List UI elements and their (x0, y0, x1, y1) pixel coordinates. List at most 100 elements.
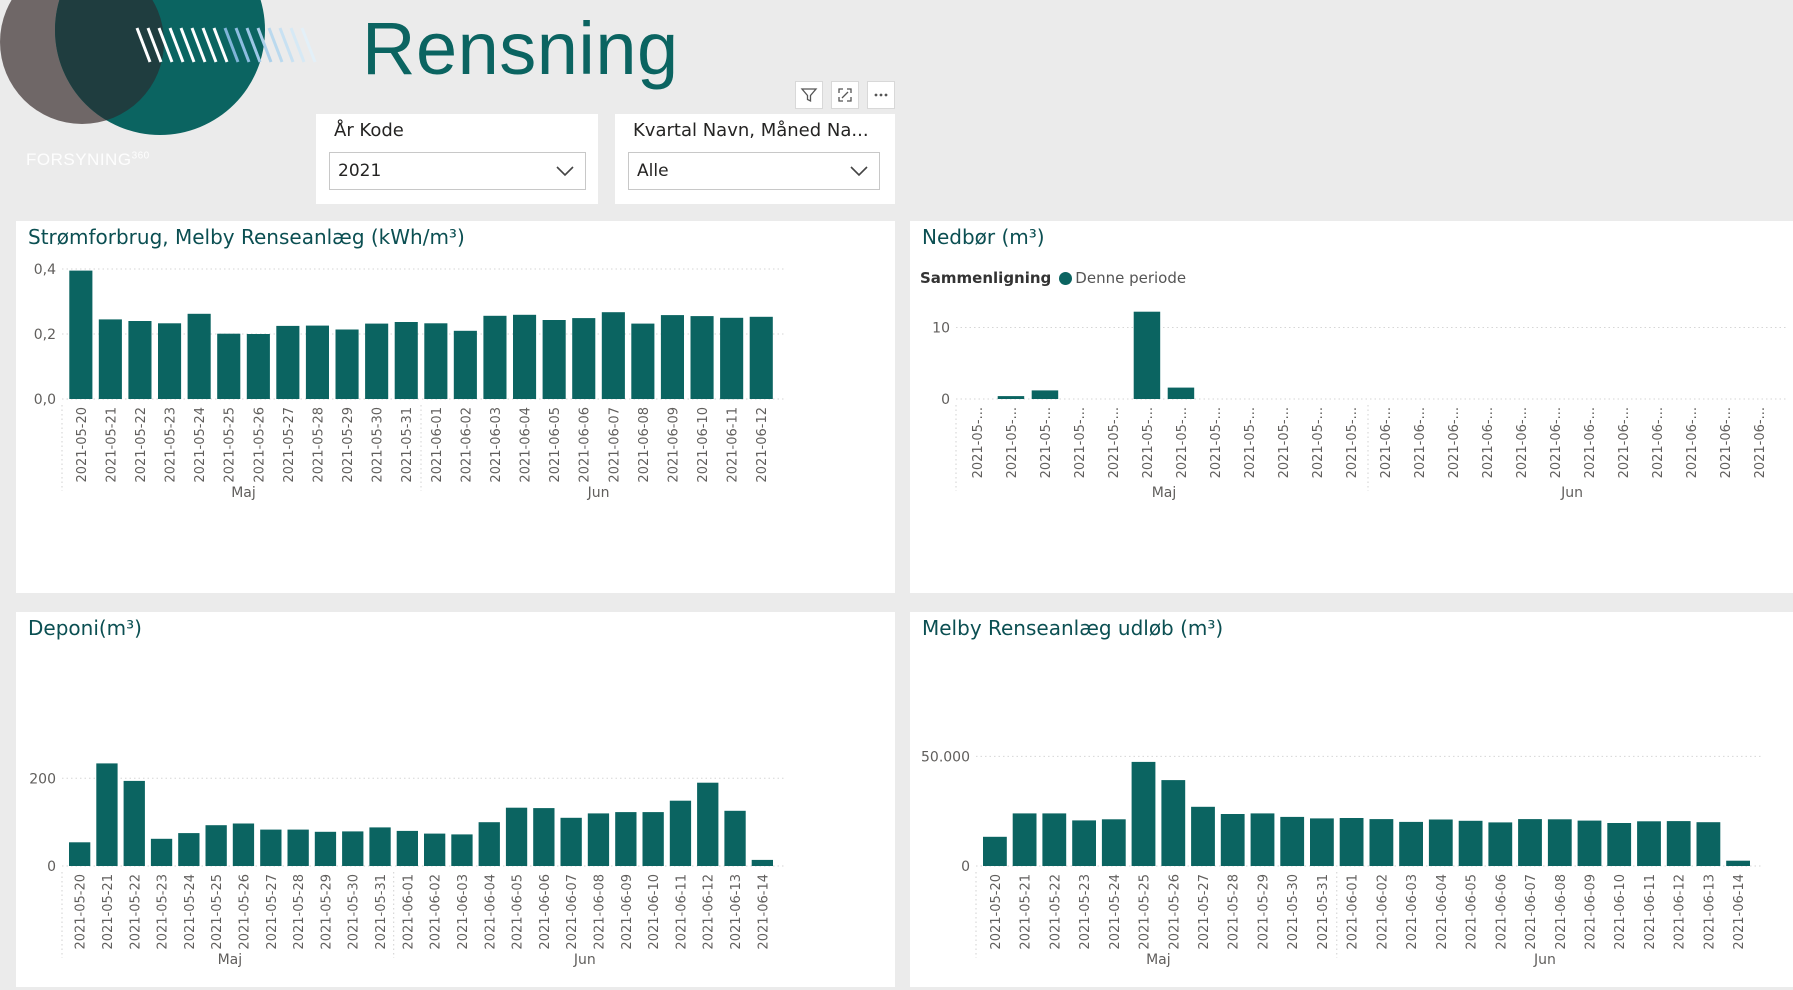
x-tick-label: 2021-05-24 (1108, 874, 1123, 950)
filter-button[interactable] (795, 81, 823, 109)
x-tick-label: 2021-06-04 (1435, 874, 1450, 950)
slicer-period-dropdown[interactable]: Alle (628, 152, 880, 190)
y-tick-label: 0 (941, 392, 950, 408)
x-tick-label: 2021-06-07 (1524, 874, 1539, 950)
bar (1161, 780, 1186, 866)
bar (69, 270, 93, 399)
bar (232, 823, 255, 866)
bar (178, 833, 200, 866)
bar (1607, 823, 1632, 866)
x-tick-label: 2021-06-... (1413, 407, 1428, 478)
bar (205, 825, 227, 866)
x-tick-label: 2021-05-24 (183, 874, 198, 950)
bar (1042, 813, 1067, 866)
logo-graphic (0, 0, 317, 135)
bar (697, 782, 719, 866)
x-tick-label: 2021-06-14 (1732, 874, 1747, 950)
bar (1191, 806, 1215, 866)
x-tick-label: 2021-05-29 (341, 407, 356, 483)
x-tick-label: 2021-05-... (1345, 407, 1360, 478)
x-tick-label: 2021-06-03 (456, 874, 471, 950)
focus-mode-button[interactable] (831, 81, 859, 109)
chart-stromforbrug: 0,0 0,2 0,4 2021-05-20 2021-05-21 2021-05-22 2… (34, 262, 786, 501)
x-tick-label: 2021-06-10 (696, 407, 711, 483)
more-options-button[interactable] (867, 81, 895, 109)
x-tick-label: 2021-05-21 (1019, 874, 1034, 950)
bar (1726, 860, 1750, 866)
x-tick-label: 2021-06-12 (1673, 874, 1688, 950)
bar (187, 313, 211, 399)
x-tick-label: 2021-06-14 (756, 874, 771, 950)
x-tick-label: 2021-06-... (1549, 407, 1564, 478)
x-tick-label: 2021-05-30 (347, 874, 362, 950)
bar (483, 315, 507, 399)
chart-deponi: 0 200 2021-05-20 2021-05-21 2021-05-22 2021-0… (29, 763, 786, 968)
y-tick-label: 0,0 (34, 392, 56, 408)
bar (98, 319, 122, 399)
slicer-year: År Kode 2021 (316, 114, 598, 204)
chevron-down-icon (850, 166, 868, 177)
bar (453, 330, 477, 399)
y-tick-label: 10 (932, 320, 950, 336)
x-tick-label: 2021-06-06 (578, 407, 593, 483)
bar (1547, 819, 1572, 866)
bar (533, 808, 555, 866)
chevron-down-icon (556, 166, 574, 177)
bar (396, 830, 418, 866)
slicer-year-dropdown[interactable]: 2021 (329, 152, 586, 190)
x-tick-label: 2021-06-02 (459, 407, 474, 483)
slicer-period: Kvartal Navn, Måned Na... Alle (615, 114, 895, 204)
x-group-label: Jun (573, 952, 596, 968)
x-tick-label: 2021-06-10 (1613, 874, 1628, 950)
bar (720, 317, 744, 400)
bar (365, 323, 389, 399)
x-tick-label: 2021-05-30 (371, 407, 386, 483)
slicer-period-label: Kvartal Navn, Måned Na... (633, 120, 869, 141)
x-tick-label: 2021-05-21 (104, 407, 119, 483)
slicer-period-value: Alle (637, 161, 669, 181)
x-tick-label: 2021-05-23 (164, 407, 179, 483)
x-tick-label: 2021-05-... (1311, 407, 1326, 478)
bar (1666, 821, 1691, 866)
bar (587, 813, 610, 866)
bar (1131, 761, 1156, 866)
bar (724, 810, 746, 866)
x-tick-label: 2021-05-28 (311, 407, 326, 483)
bar (246, 334, 270, 399)
filter-icon (800, 88, 818, 103)
x-tick-label: 2021-05-26 (1167, 874, 1182, 950)
x-tick-label: 2021-06-05 (1465, 874, 1480, 950)
x-tick-label: 2021-05-29 (1256, 874, 1271, 950)
bar (260, 829, 282, 866)
bar (1310, 818, 1334, 866)
x-tick-label: 2021-06-08 (637, 407, 652, 483)
x-tick-label: 2021-06-01 (430, 407, 445, 483)
x-tick-label: 2021-06-09 (620, 874, 635, 950)
x-tick-label: 2021-06-07 (565, 874, 580, 950)
x-tick-label: 2021-05-... (1243, 407, 1258, 478)
x-tick-label: 2021-05-22 (1048, 874, 1063, 950)
bar (1637, 821, 1661, 866)
chart-card-nedbor: Nedbør (m³) Sammenligning Denne periode … (910, 221, 1793, 593)
bar (615, 812, 637, 866)
x-tick-label: 2021-05-25 (1138, 874, 1153, 950)
x-tick-label: 2021-05-30 (1286, 874, 1301, 950)
x-tick-label: 2021-05-... (1141, 407, 1156, 478)
x-tick-label: 2021-05-... (1039, 407, 1054, 478)
x-tick-label: 2021-05-24 (193, 407, 208, 483)
x-group-label: Maj (218, 952, 243, 968)
bar (1339, 818, 1364, 866)
bar (572, 318, 596, 399)
bar (69, 842, 91, 866)
visual-header-toolbar (795, 81, 895, 109)
bar (1399, 821, 1423, 866)
bar (1072, 820, 1096, 866)
bar (1167, 387, 1195, 399)
x-tick-label: 2021-06-09 (1583, 874, 1598, 950)
x-tick-label: 2021-06-09 (666, 407, 681, 483)
x-tick-label: 2021-05-20 (989, 874, 1004, 950)
bar (1012, 813, 1037, 866)
chart-card-udlob: Melby Renseanlæg udløb (m³) 0 50.000 2021-… (910, 612, 1793, 987)
focus-mode-icon (838, 88, 852, 102)
bar (1031, 390, 1059, 399)
